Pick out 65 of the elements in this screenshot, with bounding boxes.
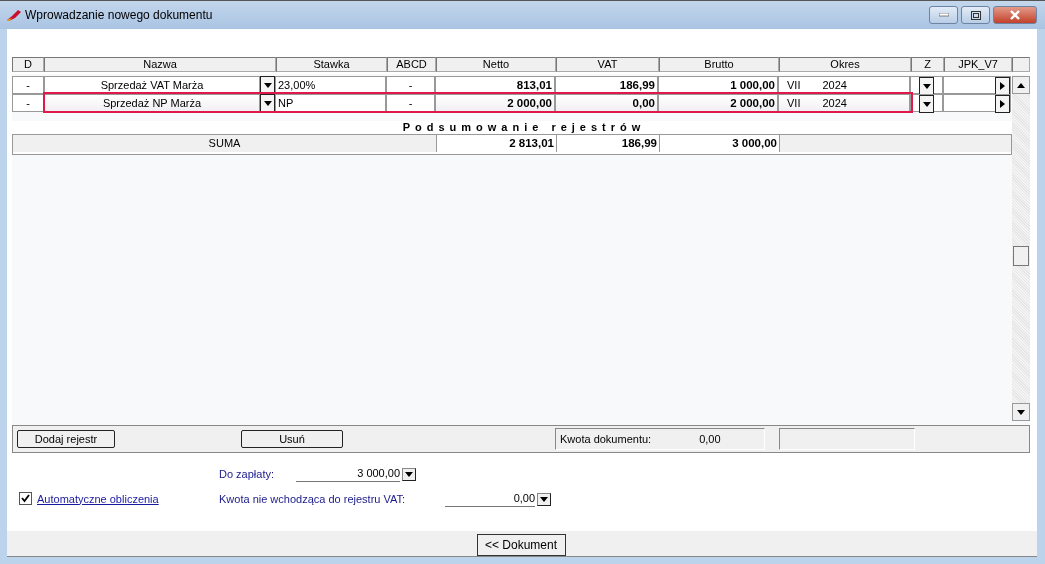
document-button[interactable]: << Dokument bbox=[476, 534, 566, 556]
expand-button[interactable] bbox=[995, 95, 1010, 113]
scroll-up-button[interactable] bbox=[1012, 76, 1030, 94]
dropdown-button[interactable] bbox=[537, 492, 552, 506]
caret-down-icon bbox=[1017, 409, 1025, 415]
scroll-down-button[interactable] bbox=[1012, 403, 1030, 421]
table-cell: 2 000,00 bbox=[658, 94, 778, 112]
table-cell[interactable]: Sprzedaż NP Marża bbox=[44, 94, 260, 112]
pen-icon bbox=[6, 8, 22, 22]
year-text: 2024 bbox=[822, 96, 847, 111]
vertical-scrollbar[interactable] bbox=[1012, 76, 1030, 421]
amount-field[interactable]: 3 000,00 bbox=[296, 466, 401, 482]
month-text: VII bbox=[787, 78, 801, 93]
maximize-icon bbox=[970, 10, 981, 20]
checkbox-label[interactable]: Automatyczne obliczenia bbox=[37, 492, 159, 505]
table-cell: 0,00 bbox=[555, 94, 658, 112]
caret-right-icon bbox=[1000, 82, 1005, 90]
column-header: D bbox=[12, 57, 44, 72]
caret-down-icon bbox=[263, 82, 272, 88]
column-header: Nazwa bbox=[44, 57, 276, 72]
caret-down-icon bbox=[922, 83, 931, 89]
column-header: Z bbox=[911, 57, 944, 72]
window-title: Wprowadzanie nowego dokumentu bbox=[25, 8, 213, 22]
summary-label: SUMA bbox=[13, 135, 437, 152]
year-text: 2024 bbox=[822, 78, 847, 93]
field-label: Do zapłaty: bbox=[219, 468, 275, 480]
column-header: VAT bbox=[556, 57, 659, 72]
caret-up-icon bbox=[1017, 82, 1025, 88]
field-label: Kwota nie wchodząca do rejestru VAT: bbox=[219, 493, 406, 505]
expand-button[interactable] bbox=[995, 77, 1010, 95]
delete-button[interactable]: Usuń bbox=[241, 430, 343, 448]
add-register-button[interactable]: Dodaj rejestr bbox=[17, 430, 115, 448]
table-cell: - bbox=[12, 94, 44, 112]
column-header: JPK_V7 bbox=[944, 57, 1012, 72]
column-header: Stawka bbox=[276, 57, 387, 72]
caret-down-icon bbox=[540, 496, 549, 502]
summary-title: Podsumowanie rejestrów bbox=[12, 121, 1012, 134]
column-header: Netto bbox=[436, 57, 556, 72]
column-header: Brutto bbox=[659, 57, 779, 72]
column-header bbox=[1012, 57, 1030, 72]
checkbox[interactable] bbox=[19, 492, 32, 505]
close-button[interactable] bbox=[993, 6, 1037, 24]
minimize-icon bbox=[938, 13, 949, 17]
maximize-button[interactable] bbox=[961, 6, 990, 24]
table-cell: - bbox=[12, 76, 44, 94]
dropdown-button[interactable] bbox=[919, 95, 934, 113]
dropdown-button[interactable] bbox=[402, 467, 417, 481]
table-cell: - bbox=[386, 94, 435, 112]
caret-down-icon bbox=[405, 471, 414, 477]
month-text: VII bbox=[787, 96, 801, 111]
dropdown-button[interactable] bbox=[919, 77, 934, 95]
dropdown-button[interactable] bbox=[260, 94, 275, 112]
check-icon bbox=[21, 494, 30, 503]
amount-label: Kwota dokumentu: bbox=[560, 433, 652, 445]
caret-down-icon bbox=[922, 101, 931, 107]
column-header: Okres bbox=[779, 57, 911, 72]
caret-right-icon bbox=[1000, 100, 1005, 108]
table-cell: 2 000,00 bbox=[435, 94, 555, 112]
scroll-thumb[interactable] bbox=[1013, 246, 1029, 266]
caret-down-icon bbox=[263, 100, 272, 106]
table-cell: NP bbox=[275, 94, 386, 112]
amount-value: 0,00 bbox=[699, 433, 721, 445]
amount-field[interactable]: 0,00 bbox=[445, 491, 536, 507]
close-icon bbox=[1009, 10, 1021, 20]
column-header: ABCD bbox=[387, 57, 436, 72]
